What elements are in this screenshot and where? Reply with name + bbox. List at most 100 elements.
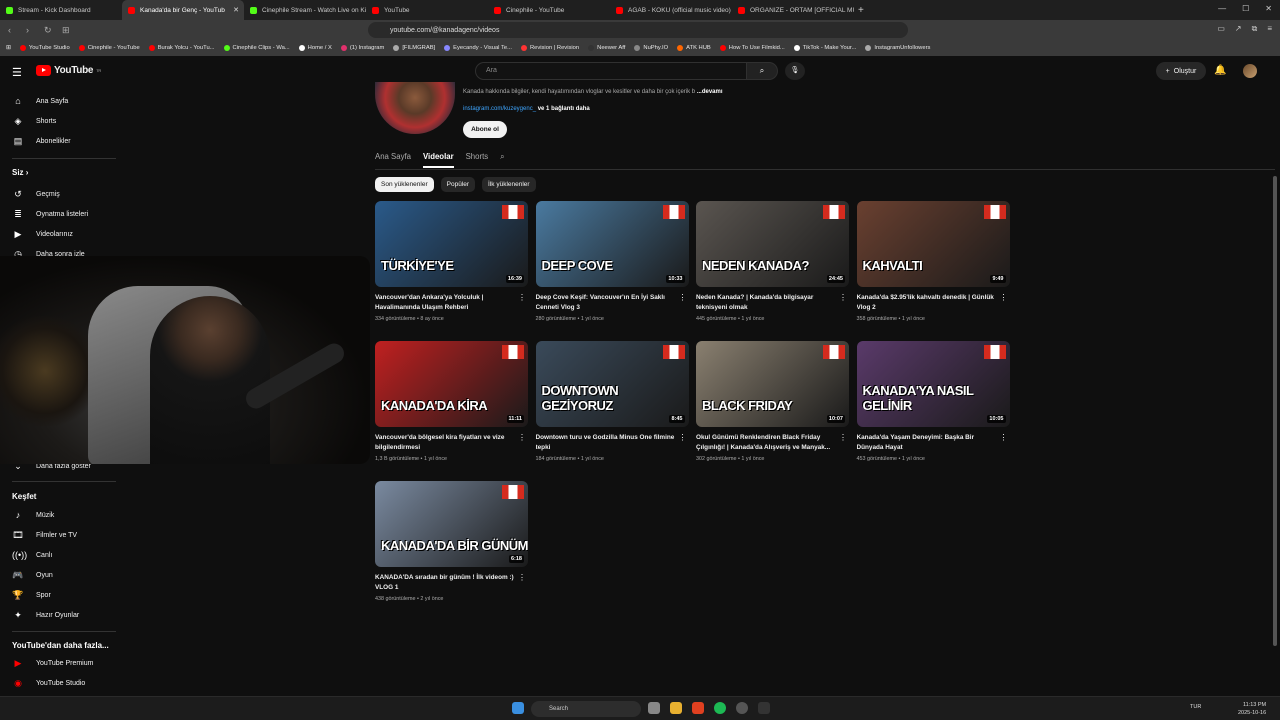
new-tab-icon[interactable]: + [858,5,864,16]
sidebar-item-live[interactable]: ((•)) Canlı [12,547,52,563]
video-card[interactable]: BLACK FRIDAY 10:07 Okul Günümü Renklendire… [696,341,849,462]
video-card[interactable]: KANADA'DA BİR GÜNÜM 6:18 KANADA'DA sıradan… [375,481,528,602]
back-icon[interactable]: ‹ [8,25,18,35]
more-actions-icon[interactable]: ⋮ [1000,293,1008,302]
tab-home[interactable]: Ana Sayfa [375,152,411,168]
video-title[interactable]: Deep Cove Keşif: Vancouver'ın En İyi Sak… [536,293,676,313]
description-more[interactable]: ...devamı [697,89,723,95]
more-links[interactable]: ve 1 bağlantı daha [538,106,590,112]
video-card[interactable]: TÜRKİYE'YE 16:39 Vancouver'dan Ankara'ya Y… [375,201,528,322]
browser-tab[interactable]: ORGANIZE - ORTAM [OFFICIAL MUSI [732,0,854,20]
apps-icon[interactable]: ⊞ [62,25,72,36]
channel-links[interactable]: instagram.com/kuzeygenc_ ve 1 bağlantı d… [463,106,590,112]
sidebar-item-movies[interactable]: 🎞 Filmler ve TV [12,527,77,543]
more-actions-icon[interactable]: ⋮ [518,433,526,442]
channel-description[interactable]: Kanada hakkında bilgiler, kendi hayatımı… [463,89,723,95]
reload-icon[interactable]: ↻ [44,25,54,36]
sidebar-item-shorts[interactable]: ◈ Shorts [12,113,57,129]
sidebar-item-playlists[interactable]: ≣ Oynatma listeleri [12,206,88,222]
page-scrollbar[interactable] [1273,176,1277,646]
file-explorer-icon[interactable] [670,702,682,714]
video-title[interactable]: KANADA'DA sıradan bir günüm ! İlk videom… [375,573,515,593]
video-thumbnail[interactable]: KAHVALTI 9:49 [856,201,1010,287]
bookmark-item[interactable]: Cinephile Clips - Wa... [223,45,290,51]
video-card[interactable]: NEDEN KANADA? 24:45 Neden Kanada? | Kanada… [696,201,849,322]
video-card[interactable]: KAHVALTI 9:49 Kanada'da $2.95'lik kahvaltı… [856,201,1010,322]
bookmark-item[interactable]: How To Use Filmkid... [719,45,785,51]
search-input[interactable]: Ara [475,62,747,80]
channel-link[interactable]: instagram.com/kuzeygenc_ [463,106,536,112]
forward-icon[interactable]: › [26,25,36,35]
video-title[interactable]: Neden Kanada? | Kanada'da bilgisayar tek… [696,293,836,313]
cast-icon[interactable]: ▭ [1217,24,1225,34]
bookmark-item[interactable]: Eyecandy - Visual Te... [444,45,512,51]
account-avatar[interactable] [1243,64,1257,78]
bookmark-item[interactable]: InstagramUnfollowers [865,45,930,51]
more-actions-icon[interactable]: ⋮ [839,433,847,442]
language-indicator[interactable]: TUR [1190,704,1201,710]
windows-start-icon[interactable] [512,702,524,714]
video-card[interactable]: KANADA'YA NASIL GELİNİR 10:05 Kanada'da Ya… [856,341,1010,462]
more-actions-icon[interactable]: ⋮ [1000,433,1008,442]
more-actions-icon[interactable]: ⋮ [679,293,687,302]
more-actions-icon[interactable]: ⋮ [679,433,687,442]
video-thumbnail[interactable]: BLACK FRIDAY 10:07 [696,341,849,427]
minimize-icon[interactable]: — [1218,4,1226,13]
voice-search-button[interactable]: 🎙 [785,62,805,80]
maximize-icon[interactable]: ☐ [1242,4,1249,13]
subscribe-button[interactable]: Abone ol [463,121,507,138]
video-title[interactable]: Downtown turu ve Godzilla Minus One film… [536,433,676,453]
sidebar-item-home[interactable]: ⌂ Ana Sayfa [12,93,68,109]
chip-oldest[interactable]: İlk yüklenenler [482,177,536,192]
browser-tab[interactable]: AGAB - KOKU (official music video) [610,0,732,20]
browser-tab[interactable]: Cinephile Stream - Watch Live on Kic [244,0,366,20]
video-thumbnail[interactable]: KANADA'DA KİRA 11:11 [375,341,528,427]
sidebar-item-your-videos[interactable]: ▶ Videolarınız [12,226,73,242]
clock[interactable]: 11:13 PM 2025-10-16 [1238,701,1266,717]
video-thumbnail[interactable]: KANADA'YA NASIL GELİNİR 10:05 [856,341,1010,427]
sidebar-item-studio[interactable]: ◉ YouTube Studio [12,675,85,691]
bookmark-item[interactable]: ATK HUB [677,45,711,51]
task-view-icon[interactable] [648,702,660,714]
tab-shorts[interactable]: Shorts [466,152,489,168]
more-actions-icon[interactable]: ⋮ [839,293,847,302]
url-field[interactable]: youtube.com/@kanadagenc/videos [368,22,908,38]
bookmark-item[interactable]: Neewer Aff [588,45,625,51]
video-card[interactable]: DOWNTOWN GEZİYORUZ 8:45 Downtown turu ve G… [535,341,689,462]
video-title[interactable]: Kanada'da $2.95'lik kahvaltı denedik | G… [857,293,997,313]
bookmark-item[interactable]: (1) Instagram [340,45,384,51]
sidebar-item-gaming[interactable]: 🎮 Oyun [12,567,52,583]
you-section-title[interactable]: Siz › [12,168,28,177]
channel-avatar[interactable] [375,82,455,134]
taskbar-search[interactable]: Search [531,701,641,717]
sidebar-item-premium[interactable]: ▶ YouTube Premium [12,655,94,671]
more-actions-icon[interactable]: ⋮ [518,293,526,302]
more-actions-icon[interactable]: ⋮ [518,573,526,582]
video-card[interactable]: DEEP COVE 10:33 Deep Cove Keşif: Vancouver… [535,201,689,322]
search-button[interactable]: ⌕ [746,62,778,80]
sidebar-item-history[interactable]: ↺ Geçmiş [12,186,60,202]
obs-icon[interactable] [736,702,748,714]
video-title[interactable]: Vancouver'da bölgesel kira fiyatları ve … [375,433,515,453]
bookmark-item[interactable]: NuPhy.IO [634,45,668,51]
video-title[interactable]: Kanada'da Yaşam Deneyimi: Başka Bir Düny… [857,433,997,453]
hamburger-icon[interactable]: ☰ [12,66,24,79]
bookmark-item[interactable]: [FILMGRAB] [393,45,435,51]
browser-tab[interactable]: Stream - Kick Dashboard [0,0,122,20]
video-thumbnail[interactable]: KANADA'DA BİR GÜNÜM 6:18 [375,481,528,567]
app-bf-icon[interactable] [758,702,770,714]
menu-icon[interactable]: ≡ [1267,24,1272,34]
youtube-logo[interactable]: YouTube TR [36,65,101,76]
close-tab-icon[interactable]: ✕ [233,6,239,14]
browser-tab[interactable]: YouTube [366,0,488,20]
bookmark-item[interactable]: TikTok - Make Your... [793,45,856,51]
sidebar-item-music[interactable]: ♪ Müzik [12,507,55,523]
video-thumbnail[interactable]: DOWNTOWN GEZİYORUZ 8:45 [535,341,689,427]
browser-tab[interactable]: Kanada'da bir Genç - YouTub ✕ [122,0,244,20]
close-window-icon[interactable]: ✕ [1265,4,1272,13]
video-title[interactable]: Okul Günümü Renklendiren Black Friday Çı… [696,433,836,453]
share-icon[interactable]: ↗ [1235,24,1242,34]
tab-videos[interactable]: Videolar [422,152,454,168]
video-thumbnail[interactable]: TÜRKİYE'YE 16:39 [375,201,528,287]
video-card[interactable]: KANADA'DA KİRA 11:11 Vancouver'da bölgesel… [375,341,528,462]
